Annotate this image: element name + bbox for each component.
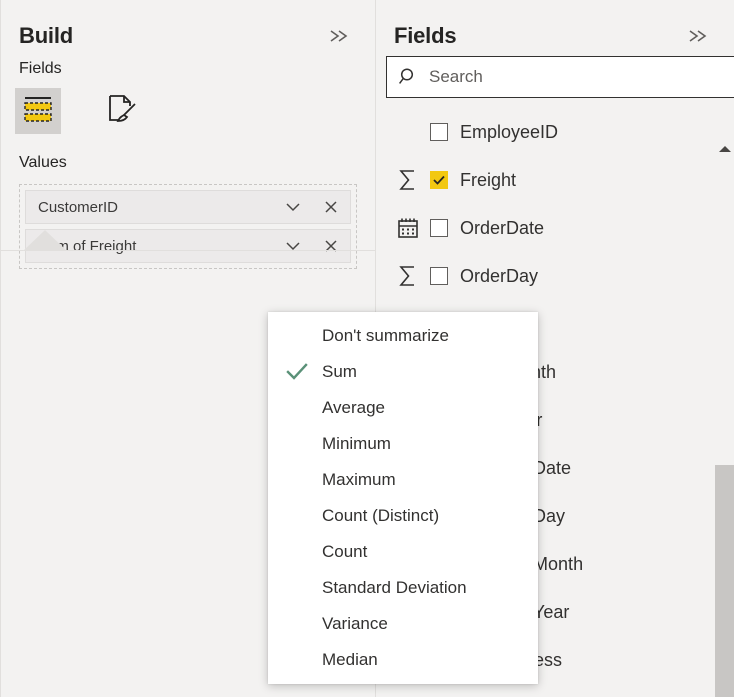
field-list-item-freight[interactable]: Freight — [386, 156, 734, 204]
field-label: EmployeeID — [460, 121, 559, 142]
menu-item-minimum[interactable]: Minimum — [268, 426, 538, 462]
checkmark-icon — [286, 363, 322, 381]
search-icon — [387, 66, 429, 88]
field-checkbox[interactable] — [430, 123, 448, 141]
format-tab[interactable] — [99, 88, 145, 134]
build-tab-strip — [1, 78, 375, 251]
fields-section-label: Fields — [19, 60, 62, 77]
menu-item-standard-deviation[interactable]: Standard Deviation — [268, 570, 538, 606]
values-well[interactable]: CustomerID Sum of Freight — [19, 184, 357, 269]
fields-search-box[interactable] — [386, 56, 734, 98]
build-panel-header: Build — [1, 0, 375, 48]
menu-item-label: Maximum — [322, 470, 396, 489]
format-paintbrush-icon — [104, 93, 140, 130]
field-checkbox[interactable] — [430, 219, 448, 237]
double-chevron-right-icon[interactable] — [682, 25, 716, 47]
menu-item-dont-summarize[interactable]: Don't summarize — [268, 318, 538, 354]
close-x-icon[interactable] — [312, 191, 350, 223]
chevron-down-icon[interactable] — [274, 191, 312, 223]
fields-panel-header: Fields — [376, 0, 734, 48]
menu-item-label: Count (Distinct) — [322, 506, 440, 525]
search-input[interactable] — [429, 67, 734, 87]
field-list-item-orderdate[interactable]: OrderDate — [386, 204, 734, 252]
fields-table-icon — [21, 94, 55, 129]
menu-item-count-distinct[interactable]: Count (Distinct) — [268, 498, 538, 534]
menu-item-label: Median — [322, 650, 378, 669]
sigma-icon — [386, 168, 430, 192]
menu-item-label: Count — [322, 542, 368, 561]
field-label: Freight — [460, 169, 517, 190]
field-list-item-employeeid[interactable]: EmployeeID — [386, 108, 734, 156]
double-chevron-right-icon[interactable] — [323, 25, 357, 47]
visualizations-and-fields-pane: Build Fields Values CustomerID Sum of Fr… — [0, 0, 734, 697]
values-well-label: Values — [19, 154, 67, 171]
menu-item-count[interactable]: Count — [268, 534, 538, 570]
selected-tab-caret — [23, 230, 67, 251]
menu-item-variance[interactable]: Variance — [268, 606, 538, 642]
sigma-icon — [386, 264, 430, 288]
fields-list-scrollbar[interactable] — [715, 130, 734, 697]
scroll-up-arrow-icon[interactable] — [718, 146, 731, 152]
build-panel-title: Build — [19, 23, 73, 48]
fields-panel-title: Fields — [394, 23, 457, 48]
field-pill-label: CustomerID — [38, 198, 119, 216]
menu-item-sum[interactable]: Sum — [268, 354, 538, 390]
menu-item-average[interactable]: Average — [268, 390, 538, 426]
field-label: OrderDate — [460, 217, 545, 238]
field-pill-customerid[interactable]: CustomerID — [25, 190, 351, 224]
field-label: OrderDay — [460, 265, 539, 286]
fields-tab[interactable] — [15, 88, 61, 134]
menu-item-label: Variance — [322, 614, 388, 633]
field-pill-sum-of-freight[interactable]: Sum of Freight — [25, 229, 351, 263]
field-checkbox[interactable] — [430, 267, 448, 285]
menu-item-median[interactable]: Median — [268, 642, 538, 678]
menu-item-maximum[interactable]: Maximum — [268, 462, 538, 498]
chevron-down-icon[interactable] — [274, 230, 312, 262]
menu-item-label: Don't summarize — [322, 326, 450, 345]
calendar-icon — [386, 216, 430, 240]
scrollbar-thumb[interactable] — [715, 465, 734, 697]
field-list-item-orderday[interactable]: OrderDay — [386, 252, 734, 300]
menu-item-label: Average — [322, 398, 386, 417]
menu-item-label: Minimum — [322, 434, 391, 453]
field-checkbox[interactable] — [430, 171, 448, 189]
aggregation-context-menu[interactable]: Don't summarize Sum Average Minimum Maxi… — [268, 312, 538, 684]
close-x-icon[interactable] — [312, 230, 350, 262]
menu-item-label: Standard Deviation — [322, 578, 467, 597]
menu-item-label: Sum — [322, 362, 357, 381]
